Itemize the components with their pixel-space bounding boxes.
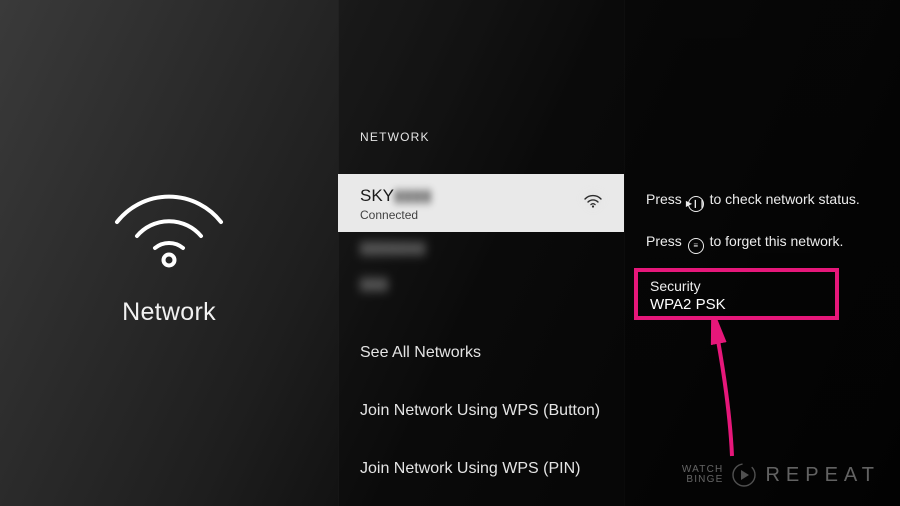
network-settings-screen: Network NETWORK SKY▮▮▮▮ Connected ▮▮▮▮▮▮… [0, 0, 900, 506]
wifi-icon [109, 180, 229, 270]
security-value: WPA2 PSK [650, 296, 823, 313]
wifi-signal-icon [584, 194, 602, 213]
right-panel: Press ▶❙❙ to check network status. Press… [624, 0, 900, 506]
security-info-highlight: Security WPA2 PSK [634, 268, 839, 320]
network-item-selected[interactable]: SKY▮▮▮▮ Connected [338, 174, 624, 232]
security-label: Security [650, 278, 823, 294]
see-all-networks[interactable]: See All Networks [338, 324, 624, 382]
join-wps-button[interactable]: Join Network Using WPS (Button) [338, 382, 624, 440]
watermark-small: WATCHBINGE [682, 465, 724, 486]
watermark-big: REPEAT [765, 464, 880, 487]
repeat-icon [731, 462, 757, 488]
network-status: Connected [360, 208, 602, 222]
left-panel-title: Network [122, 298, 216, 327]
left-panel: Network [0, 0, 338, 506]
menu-icon: ≡ [688, 238, 704, 254]
section-header: NETWORK [360, 130, 430, 144]
middle-panel: NETWORK SKY▮▮▮▮ Connected ▮▮▮▮▮▮▮ ▮▮▮ [338, 0, 624, 506]
watermark: WATCHBINGE REPEAT [682, 462, 880, 488]
play-pause-icon: ▶❙❙ [688, 196, 704, 212]
tip-check-status: Press ▶❙❙ to check network status. [646, 190, 876, 212]
tip-forget-network: Press ≡ to forget this network. [646, 232, 876, 254]
network-name: SKY▮▮▮▮ [360, 186, 602, 206]
network-item[interactable]: ▮▮▮▮▮▮▮ [338, 232, 624, 264]
network-item[interactable]: ▮▮▮ [338, 268, 624, 300]
join-wps-pin[interactable]: Join Network Using WPS (PIN) [338, 440, 624, 498]
network-list: SKY▮▮▮▮ Connected ▮▮▮▮▮▮▮ ▮▮▮ [338, 174, 624, 498]
